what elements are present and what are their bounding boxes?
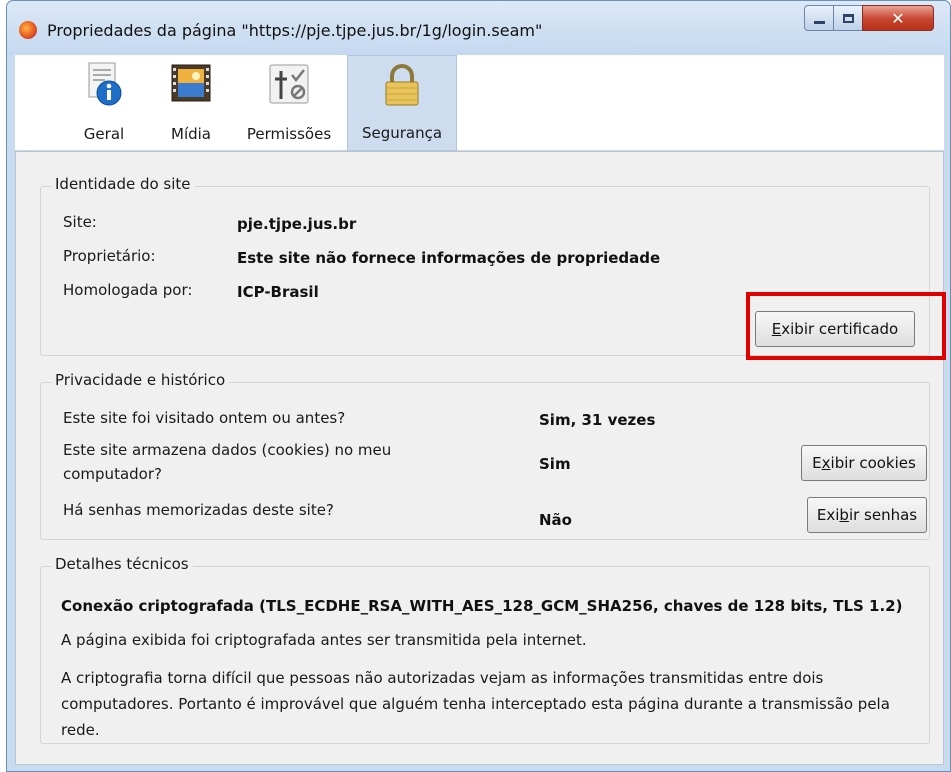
site-label: Site: xyxy=(63,213,97,231)
permissions-icon xyxy=(269,64,309,104)
cookies-question-line2: computador? xyxy=(63,465,162,483)
tab-label: Permissões xyxy=(246,125,332,143)
tab-permissoes[interactable]: Permissões xyxy=(237,55,341,151)
connection-details: Conexão criptografada (TLS_ECDHE_RSA_WIT… xyxy=(61,597,903,615)
tab-label: Mídia xyxy=(171,125,211,143)
media-icon xyxy=(171,64,211,102)
tab-geral[interactable]: Geral xyxy=(61,55,147,151)
title-bar[interactable]: Propriedades da página "https://pje.tjpe… xyxy=(7,1,950,55)
view-cookies-button[interactable]: Exibir cookies xyxy=(801,445,927,481)
owner-value: Este site não fornece informações de pro… xyxy=(237,249,661,267)
visited-question: Este site foi visitado ontem ou antes? xyxy=(63,409,346,427)
close-button[interactable]: ✕ xyxy=(862,5,934,31)
passwords-question: Há senhas memorizadas deste site? xyxy=(63,501,334,519)
window-title: Propriedades da página "https://pje.tjpe… xyxy=(47,21,543,40)
verified-by-label: Homologada por: xyxy=(63,281,193,299)
cookies-answer: Sim xyxy=(539,455,571,473)
tab-label: Geral xyxy=(83,125,125,143)
close-icon: ✕ xyxy=(891,8,905,28)
lock-icon xyxy=(385,64,419,106)
maximize-button[interactable] xyxy=(833,5,863,31)
firefox-icon xyxy=(19,21,37,39)
privacy-history-group: Privacidade e histórico Este site foi vi… xyxy=(40,371,930,540)
tab-label: Segurança xyxy=(361,124,443,142)
group-heading: Detalhes técnicos xyxy=(51,555,193,573)
verified-by-value: ICP-Brasil xyxy=(237,283,319,301)
site-value: pje.tjpe.jus.br xyxy=(237,215,357,233)
technical-details-group: Detalhes técnicos Conexão criptografada … xyxy=(40,555,930,744)
encryption-note: A página exibida foi criptografada antes… xyxy=(61,631,587,649)
annotation-highlight-box xyxy=(746,292,946,360)
group-heading: Privacidade e histórico xyxy=(51,371,230,389)
tab-seguranca[interactable]: Segurança xyxy=(347,55,457,151)
view-passwords-button[interactable]: Exibir senhas xyxy=(807,497,927,533)
security-panel: Identidade do site Site: pje.tjpe.jus.br… xyxy=(15,151,946,765)
encryption-explanation: A criptografia torna difícil que pessoas… xyxy=(61,669,890,739)
cookies-question-line1: Este site armazena dados (cookies) no me… xyxy=(63,441,392,459)
maximize-icon xyxy=(842,13,854,23)
info-icon xyxy=(88,62,122,106)
visited-answer: Sim, 31 vezes xyxy=(539,411,656,429)
minimize-button[interactable] xyxy=(804,5,834,31)
tab-midia[interactable]: Mídia xyxy=(151,55,231,151)
passwords-answer: Não xyxy=(539,511,572,529)
group-heading: Identidade do site xyxy=(51,175,195,193)
owner-label: Proprietário: xyxy=(63,247,156,265)
minimize-icon xyxy=(813,20,825,24)
tab-toolbar: Geral Mídia Permissões Segurança xyxy=(15,55,944,151)
page-properties-window: Propriedades da página "https://pje.tjpe… xyxy=(6,0,951,772)
